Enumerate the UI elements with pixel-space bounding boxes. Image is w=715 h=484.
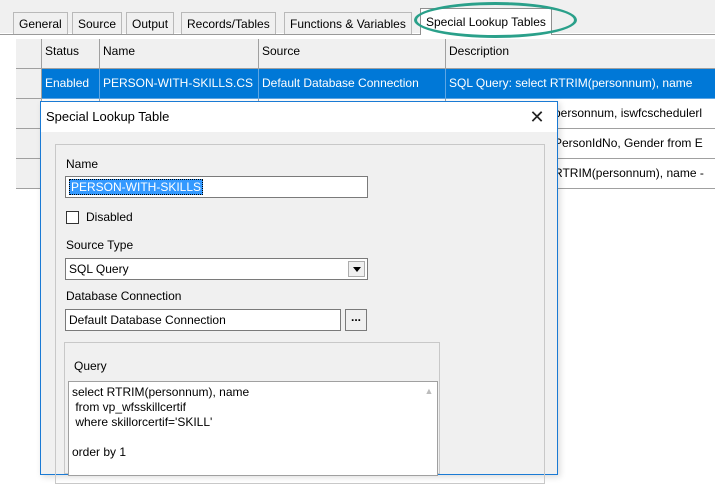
column-header-description[interactable]: Description — [446, 39, 715, 69]
cell-description[interactable]: SQL Query: select RTRIM(personnum), name — [446, 69, 715, 99]
column-header-name[interactable]: Name — [100, 39, 259, 69]
column-header-source[interactable]: Source — [259, 39, 446, 69]
query-textarea[interactable]: select RTRIM(personnum), name from vp_wf… — [68, 381, 438, 476]
column-header-status[interactable]: Status — [42, 39, 100, 69]
cell-description[interactable]: PersonIdNo, Gender from E — [551, 129, 715, 159]
query-text: select RTRIM(personnum), name from vp_wf… — [72, 385, 250, 459]
tab-general[interactable]: General — [13, 12, 68, 34]
header-corner — [16, 39, 42, 69]
tab-records-tables[interactable]: Records/Tables — [181, 12, 276, 34]
tab-special-lookup-tables[interactable]: Special Lookup Tables — [420, 8, 552, 35]
cell-name[interactable]: PERSON-WITH-SKILLS.CS — [100, 69, 259, 99]
scroll-up-icon[interactable]: ▲ — [423, 386, 435, 398]
cell-source[interactable]: Default Database Connection — [259, 69, 446, 99]
dialog-titlebar[interactable]: Special Lookup Table ✕ — [41, 102, 557, 132]
source-type-select[interactable]: SQL Query — [65, 258, 368, 280]
tab-output[interactable]: Output — [126, 12, 175, 34]
row-selector[interactable] — [16, 129, 42, 159]
tab-source[interactable]: Source — [72, 12, 123, 34]
chevron-down-icon[interactable] — [348, 261, 365, 277]
close-icon[interactable]: ✕ — [525, 105, 549, 129]
grid-header-row: Status Name Source Description — [16, 39, 715, 69]
database-connection-value: Default Database Connection — [69, 313, 226, 327]
row-selector[interactable] — [16, 99, 42, 129]
tab-functions-variables[interactable]: Functions & Variables — [284, 12, 412, 34]
tab-divider — [0, 34, 715, 35]
source-type-value: SQL Query — [69, 262, 129, 276]
database-connection-field[interactable]: Default Database Connection — [65, 309, 341, 331]
cell-description[interactable]: personnum, iswfcschedulerl — [551, 99, 715, 129]
disabled-checkbox[interactable] — [66, 211, 79, 224]
row-selector[interactable] — [16, 159, 42, 189]
name-value: PERSON-WITH-SKILLS — [69, 179, 204, 195]
name-field[interactable]: PERSON-WITH-SKILLS — [65, 176, 368, 198]
cell-status[interactable]: Enabled — [42, 69, 100, 99]
dialog-title: Special Lookup Table — [46, 109, 170, 124]
row-selector[interactable] — [16, 69, 42, 99]
cell-description[interactable]: RTRIM(personnum), name - — [551, 159, 715, 189]
tab-strip: General Source Output Records/Tables Fun… — [0, 0, 715, 38]
table-row[interactable]: Enabled PERSON-WITH-SKILLS.CS Default Da… — [16, 69, 715, 99]
browse-button[interactable]: ... — [345, 309, 367, 331]
